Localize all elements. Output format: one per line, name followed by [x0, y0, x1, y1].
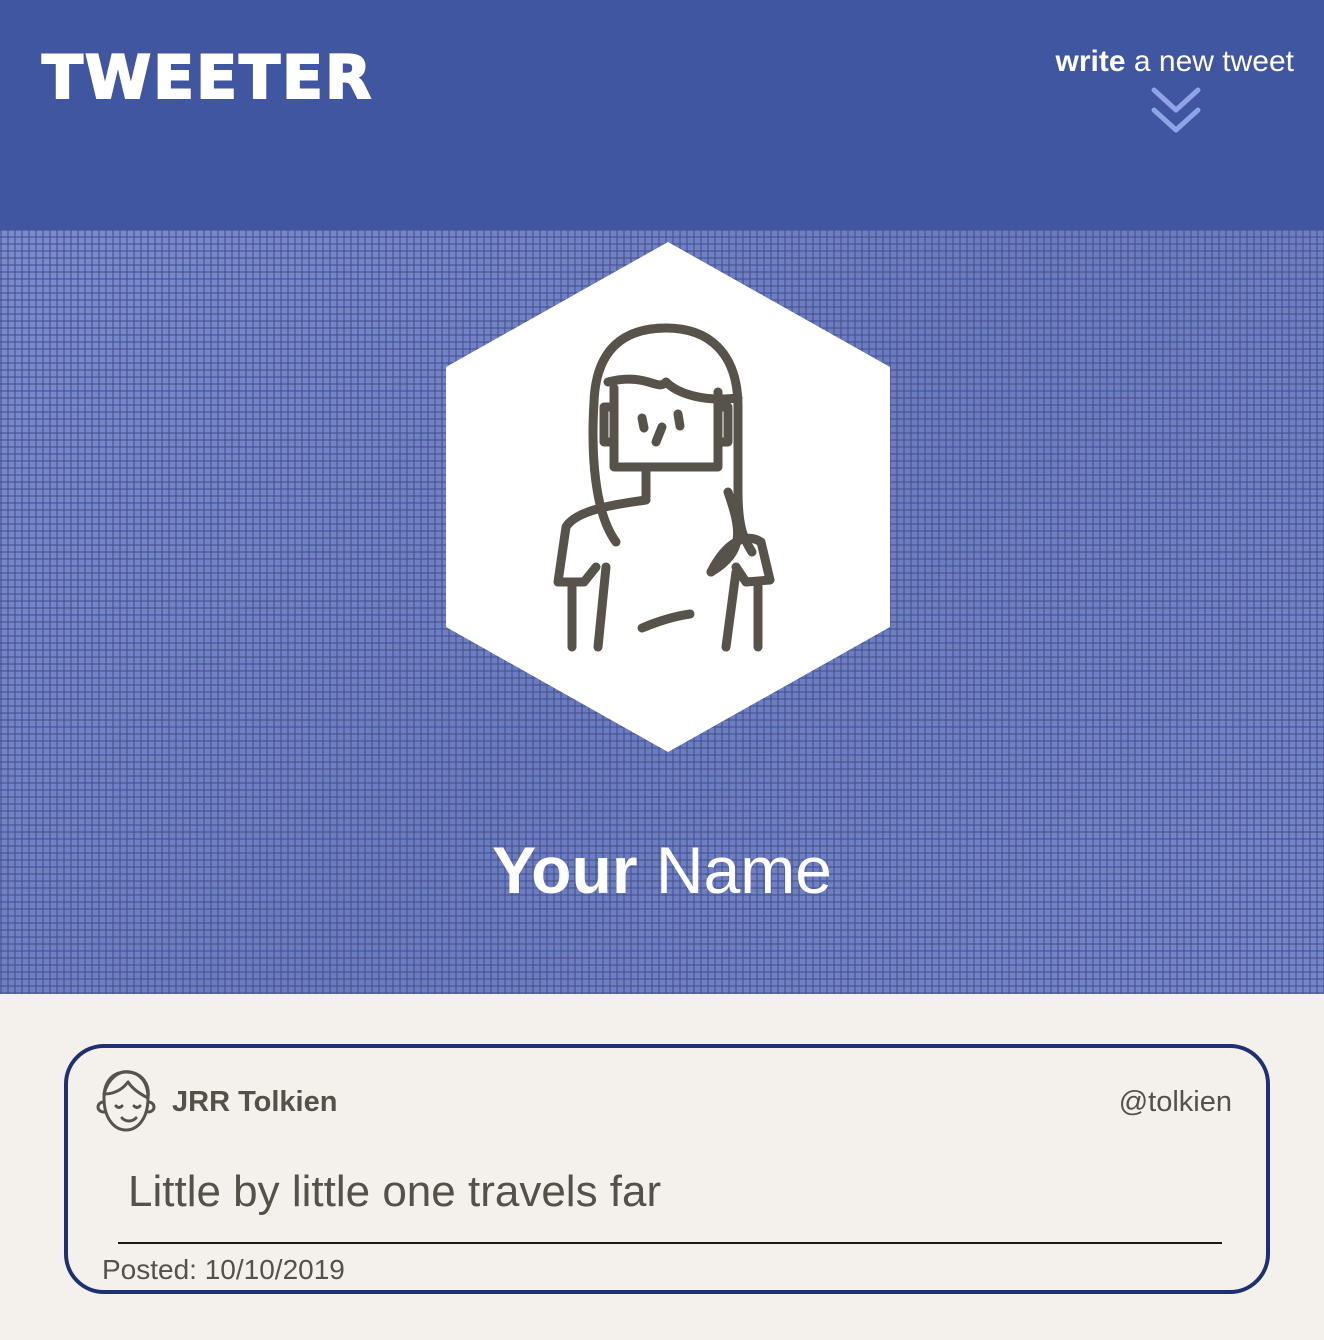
- tweet-posted-date: Posted: 10/10/2019: [102, 1254, 345, 1285]
- tweet-divider: [118, 1242, 1222, 1244]
- top-nav: TWEETER write a new tweet: [0, 0, 1324, 230]
- compose-link-bold: write: [1055, 45, 1126, 78]
- tweet-card[interactable]: JRR Tolkien @tolkien Little by little on…: [64, 1044, 1270, 1294]
- profile-name: Your Name: [0, 825, 1324, 915]
- tweet-author-handle[interactable]: @tolkien: [1119, 1082, 1232, 1122]
- app-logo[interactable]: TWEETER: [41, 40, 373, 116]
- double-chevron-down-icon[interactable]: [1148, 86, 1204, 136]
- profile-first-name: Your: [492, 832, 638, 907]
- profile-last-name: Name: [655, 832, 832, 907]
- profile-header: Your Name: [0, 230, 1324, 994]
- page: TWEETER write a new tweet Your Name JRR …: [0, 0, 1324, 1340]
- tweet-author-name[interactable]: JRR Tolkien: [172, 1082, 337, 1122]
- compose-link-rest: a new tweet: [1133, 45, 1294, 78]
- tweet-content: Little by little one travels far: [128, 1167, 662, 1216]
- write-new-tweet-link[interactable]: write a new tweet: [994, 42, 1294, 82]
- woman-avatar-icon: [446, 242, 890, 752]
- smiling-face-icon: [96, 1070, 156, 1132]
